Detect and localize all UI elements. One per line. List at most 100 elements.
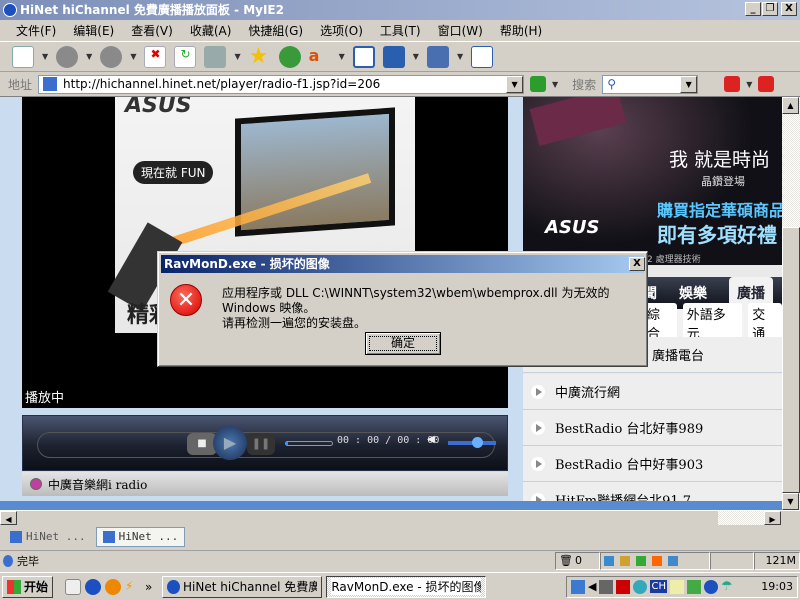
page-tab-bar: HiNet ... HiNet ... xyxy=(0,525,800,548)
stop-icon[interactable]: ✖ xyxy=(144,45,167,68)
new-page-icon[interactable] xyxy=(12,45,34,68)
proxy-icon[interactable] xyxy=(604,555,614,566)
close-tab-icon[interactable] xyxy=(724,76,741,92)
menu-tools[interactable]: 工具(T) xyxy=(380,22,421,39)
volume-slider[interactable] xyxy=(448,437,496,448)
search-input[interactable]: ⚲ ▼ xyxy=(602,74,699,94)
play-icon xyxy=(531,456,545,471)
volume-icon[interactable]: ◀ xyxy=(427,434,435,445)
new-window-icon[interactable] xyxy=(352,45,375,68)
error-dialog: RavMonD.exe - 损坏的图像 X ✕ 应用程序或 DLL C:\WIN… xyxy=(157,251,648,367)
station-bar: 中廣音樂網i radio xyxy=(22,472,508,496)
close-all-icon[interactable] xyxy=(758,76,775,92)
translate-icon[interactable]: a xyxy=(309,46,331,68)
search-dropdown[interactable]: ▼ xyxy=(680,75,698,93)
ati-icon[interactable] xyxy=(616,579,631,594)
station-list-item[interactable]: 中廣流行網 xyxy=(523,374,782,410)
tools-icon[interactable] xyxy=(426,45,449,68)
quicklaunch-myie-icon[interactable] xyxy=(85,578,102,595)
scroll-right-button[interactable]: ▶ xyxy=(764,511,781,525)
play-icon xyxy=(531,420,545,435)
restore-button[interactable]: ❐ xyxy=(762,2,778,16)
ime-icon[interactable] xyxy=(669,579,684,594)
title-bar: HiNet hiChannel 免費廣播播放面板 - MyIE2 xyxy=(0,0,800,20)
address-bar: 地址 http://hichannel.hinet.net/player/rad… xyxy=(0,72,800,97)
minimize-button[interactable]: _ xyxy=(745,2,761,16)
monitor-icon[interactable] xyxy=(686,579,701,594)
vertical-scrollbar[interactable]: ▲ ▼ xyxy=(782,97,800,510)
quicklaunch-notepad-icon[interactable] xyxy=(65,578,82,595)
url-input[interactable]: http://hichannel.hinet.net/player/radio-… xyxy=(38,74,525,94)
history-icon[interactable] xyxy=(278,45,301,68)
station-list-item[interactable]: BestRadio 台中好事903 xyxy=(523,446,782,482)
script-icon[interactable] xyxy=(668,555,678,566)
search-icon: ⚲ xyxy=(607,77,616,91)
umbrella-icon[interactable]: ☂ xyxy=(721,579,733,594)
progress-slider[interactable] xyxy=(285,441,333,446)
scroll-down-button[interactable]: ▼ xyxy=(782,493,799,510)
network-disconnected-icon[interactable] xyxy=(599,579,614,594)
flash-icon[interactable] xyxy=(652,555,662,566)
playing-status: 播放中 xyxy=(25,391,65,406)
favorites-star-icon[interactable]: ★ xyxy=(249,45,271,68)
quicklaunch-player-icon[interactable] xyxy=(105,578,122,595)
panel-icon[interactable] xyxy=(471,45,494,68)
station-list-item[interactable]: BestRadio 台北好事989 xyxy=(523,410,782,446)
menu-favorites[interactable]: 收藏(A) xyxy=(190,22,232,39)
menu-bar: 文件(F) 编辑(E) 查看(V) 收藏(A) 快捷組(G) 选项(O) 工具(… xyxy=(0,20,800,42)
clock: 19:03 xyxy=(761,580,793,593)
go-icon[interactable] xyxy=(530,76,547,92)
dialog-title-bar: RavMonD.exe - 损坏的图像 xyxy=(161,255,644,273)
ok-button[interactable]: 确定 xyxy=(365,332,441,355)
menu-window[interactable]: 窗口(W) xyxy=(438,22,483,39)
menu-edit[interactable]: 编辑(E) xyxy=(73,22,114,39)
dialog-close-button[interactable]: X xyxy=(629,257,645,271)
dialog-message: 应用程序或 DLL C:\WINNT\system32\wbem\wbempro… xyxy=(222,286,610,330)
taskbar: 开始 ⚡ » HiNet hiChannel 免費廣... RavMonD.ex… xyxy=(0,572,800,600)
language-indicator[interactable]: CH xyxy=(650,580,667,593)
address-label: 地址 xyxy=(8,77,33,92)
forward-icon[interactable] xyxy=(100,45,123,68)
volume-tray-icon[interactable]: ◀ xyxy=(588,580,596,593)
start-button[interactable]: 开始 xyxy=(2,575,54,598)
scroll-left-button[interactable]: ◀ xyxy=(0,511,17,525)
quicklaunch-flashget-icon[interactable]: ⚡ xyxy=(125,579,141,595)
back-icon[interactable] xyxy=(56,45,79,68)
popup-icon[interactable] xyxy=(636,555,646,566)
task-myie[interactable]: HiNet hiChannel 免費廣... xyxy=(162,575,323,598)
menu-help[interactable]: 帮助(H) xyxy=(500,22,542,39)
refresh-icon[interactable]: ↻ xyxy=(174,45,197,68)
network-icon[interactable] xyxy=(571,579,585,594)
page-icon xyxy=(43,77,58,91)
close-button[interactable]: X xyxy=(781,2,797,16)
page-tab[interactable]: HiNet ... xyxy=(4,527,92,547)
url-dropdown[interactable]: ▼ xyxy=(506,75,524,93)
myie-tray-icon[interactable] xyxy=(703,579,718,594)
task-dialog[interactable]: RavMonD.exe - 损坏的图像 xyxy=(326,575,487,598)
status-tools xyxy=(600,551,710,570)
clean-icon[interactable] xyxy=(620,555,630,566)
play-icon xyxy=(531,384,545,399)
station-name: 中廣音樂網i radio xyxy=(48,477,148,492)
menu-view[interactable]: 查看(V) xyxy=(131,22,173,39)
menu-groups[interactable]: 快捷組(G) xyxy=(248,22,303,39)
globe-icon[interactable] xyxy=(633,579,648,594)
hscroll-track[interactable] xyxy=(718,511,764,525)
window-title: HiNet hiChannel 免費廣播播放面板 - MyIE2 xyxy=(20,3,284,17)
asus-laptop-ad[interactable]: 我 就是時尚 晶鑽登場 購買指定華碩商品 即有多項好禮 ASUS 2 處理器技術 xyxy=(523,97,782,265)
scroll-thumb[interactable] xyxy=(782,227,800,493)
media-player-controls: ■ ▶ ❚❚ 00 : 00 / 00 : 00 ◀ xyxy=(22,415,508,471)
home-icon[interactable] xyxy=(204,45,227,68)
menu-options[interactable]: 选项(O) xyxy=(320,22,363,39)
play-button[interactable]: ▶ xyxy=(213,426,247,460)
trash-counter[interactable]: 🗑 0 xyxy=(555,551,600,570)
more-icon[interactable]: » xyxy=(145,580,152,594)
undo-close-icon[interactable] xyxy=(382,45,405,68)
status-bar: 完毕 🗑 0 121M xyxy=(0,550,800,570)
horizontal-scrollbar[interactable]: ◀ ▶ xyxy=(0,510,800,525)
ad-badge: 現在就 FUN xyxy=(133,161,214,184)
pause-button[interactable]: ❚❚ xyxy=(247,433,275,455)
menu-file[interactable]: 文件(F) xyxy=(16,22,56,39)
scroll-up-button[interactable]: ▲ xyxy=(782,97,799,114)
page-tab-active[interactable]: HiNet ... xyxy=(95,526,186,547)
